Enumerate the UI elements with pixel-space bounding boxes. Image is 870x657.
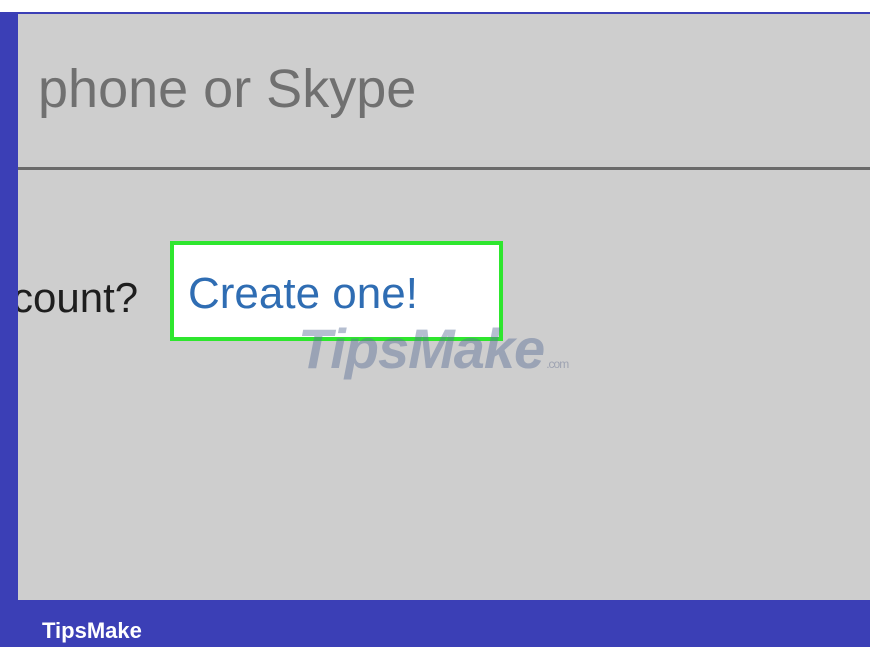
input-underline (18, 167, 870, 170)
footer-brand-label: TipsMake (42, 618, 142, 643)
top-edge (0, 0, 870, 12)
account-input-field[interactable]: phone or Skype (18, 14, 870, 170)
watermark-logo: TipsMake .com (298, 321, 569, 377)
watermark-brand: TipsMake (298, 317, 545, 380)
signin-screen: phone or Skype count? Create one! TipsMa… (18, 14, 870, 600)
bottom-edge (0, 647, 870, 657)
create-account-link[interactable]: Create one! (188, 272, 418, 316)
watermark-suffix: .com (546, 357, 569, 371)
no-account-prompt: count? (18, 274, 139, 321)
screenshot-stage: phone or Skype count? Create one! TipsMa… (0, 0, 870, 657)
account-input-placeholder: phone or Skype (38, 59, 417, 119)
